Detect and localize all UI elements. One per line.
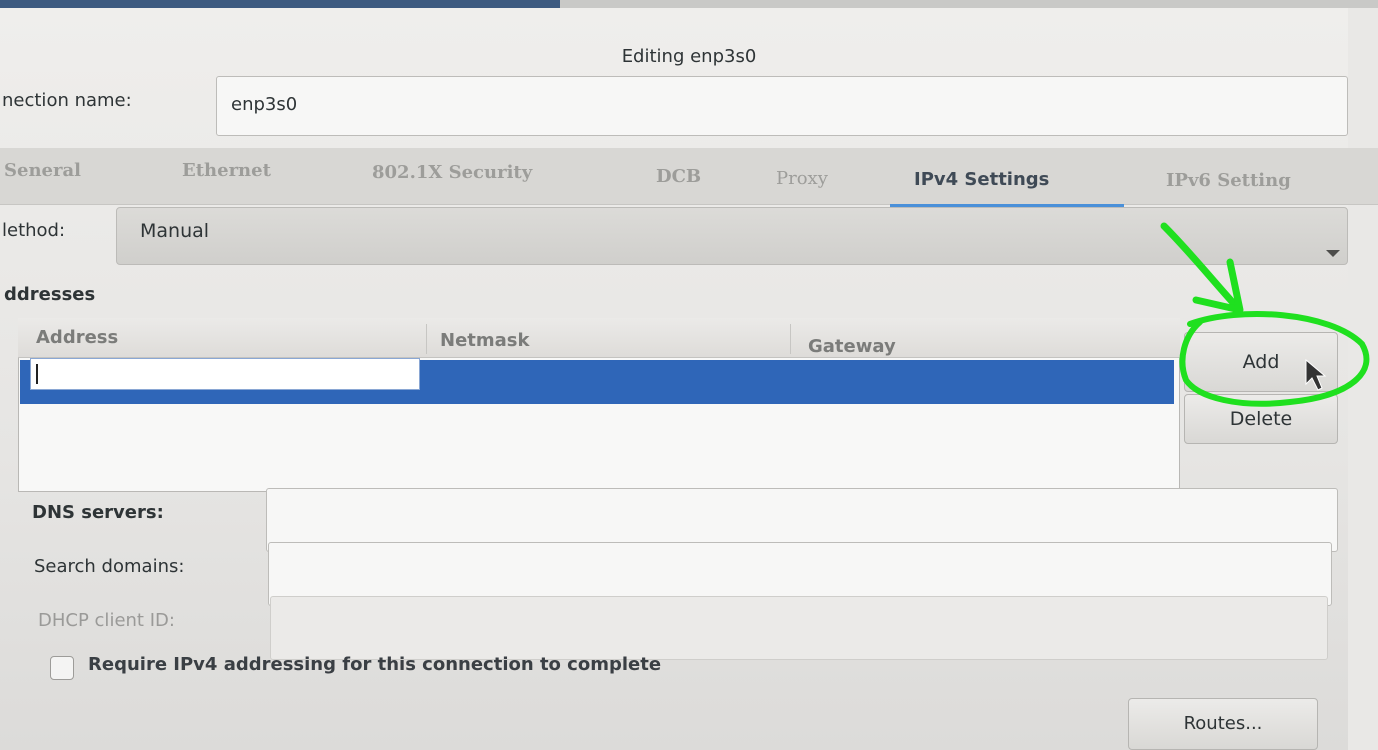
connection-name-input[interactable]: enp3s0 — [216, 76, 1348, 136]
tab-ethernet[interactable]: Ethernet — [182, 160, 271, 181]
text-caret — [36, 364, 38, 384]
addresses-heading: ddresses — [4, 284, 96, 305]
require-ipv4-label: Require IPv4 addressing for this connect… — [88, 654, 662, 675]
column-separator — [790, 324, 791, 354]
tab-proxy[interactable]: Proxy — [776, 168, 828, 189]
method-label: lethod: — [2, 220, 66, 241]
column-header-netmask[interactable]: Netmask — [440, 330, 529, 351]
dhcp-client-id-label: DHCP client ID: — [38, 610, 175, 631]
dropdown-arrow-icon[interactable] — [1326, 250, 1340, 257]
top-strip-right — [560, 0, 1378, 8]
column-header-gateway[interactable]: Gateway — [808, 336, 896, 357]
column-header-address[interactable]: Address — [36, 327, 118, 348]
dialog-title: Editing enp3s0 — [621, 46, 757, 67]
connection-name-label: nection name: — [2, 90, 132, 111]
tab-8021x-security[interactable]: 802.1X Security — [372, 162, 532, 183]
tab-ipv6-settings[interactable]: IPv6 Setting — [1166, 170, 1291, 191]
method-combobox[interactable] — [116, 207, 1348, 265]
addresses-table-header — [18, 318, 1180, 358]
method-value: Manual — [140, 220, 210, 242]
routes-button[interactable]: Routes... — [1128, 698, 1318, 750]
tab-general[interactable]: Seneral — [4, 160, 81, 181]
add-button[interactable]: Add — [1184, 332, 1338, 392]
delete-button[interactable]: Delete — [1184, 394, 1338, 444]
dns-servers-label: DNS servers: — [32, 502, 164, 523]
address-cell-input[interactable] — [30, 358, 420, 390]
require-ipv4-checkbox[interactable] — [50, 656, 74, 680]
dhcp-client-id-input[interactable] — [270, 596, 1328, 660]
search-domains-label: Search domains: — [34, 556, 185, 577]
tab-ipv4-settings[interactable]: IPv4 Settings — [914, 169, 1049, 190]
tab-dcb[interactable]: DCB — [656, 166, 701, 187]
column-separator — [426, 324, 427, 354]
